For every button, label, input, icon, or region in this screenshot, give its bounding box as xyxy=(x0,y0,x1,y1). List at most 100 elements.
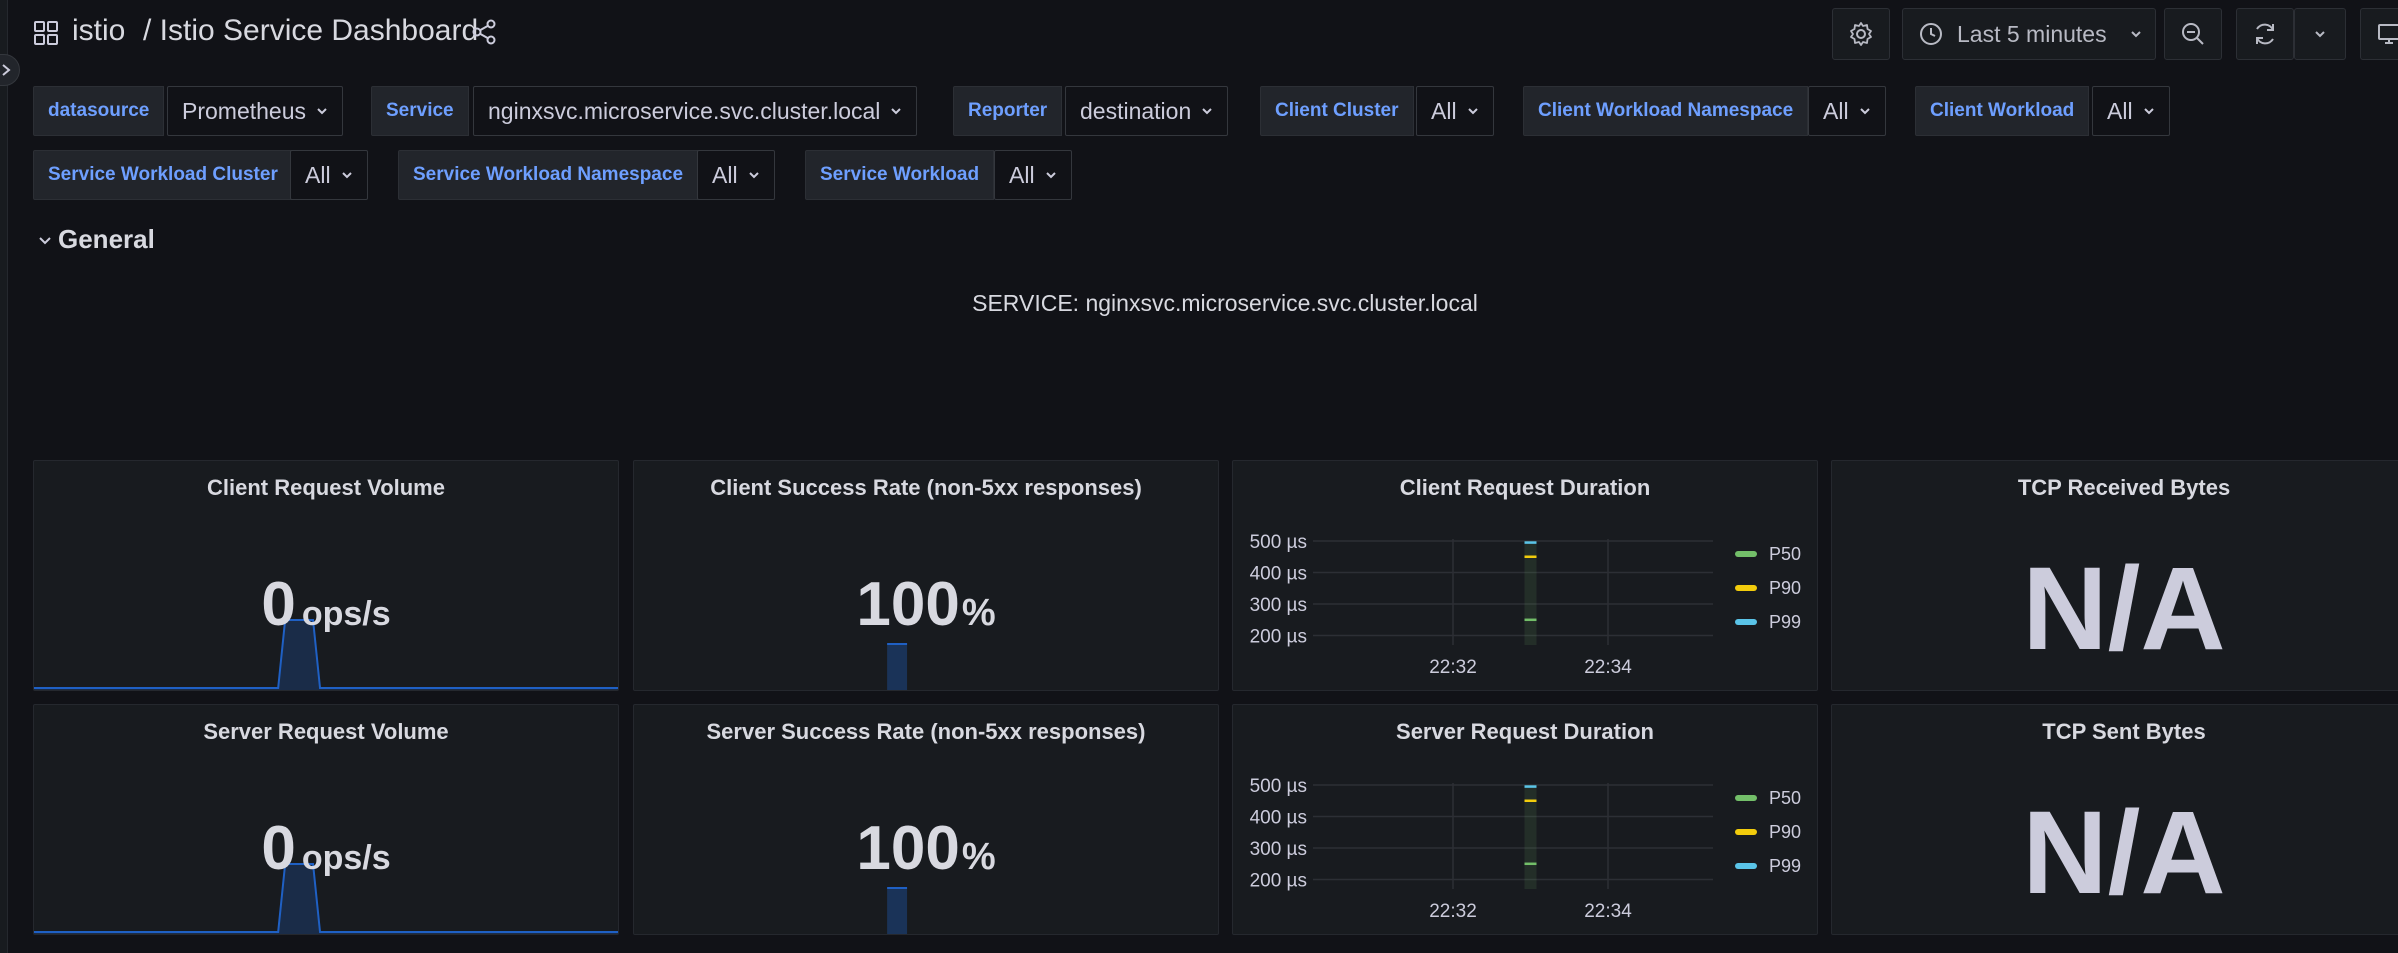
panel-title: TCP Received Bytes xyxy=(2017,475,2231,500)
page-title[interactable]: / Istio Service Dashboard xyxy=(143,14,478,48)
stat-unit: % xyxy=(961,592,996,634)
chevron-down-icon xyxy=(2130,31,2141,38)
x-tick-label: 22:32 xyxy=(1429,657,1477,678)
y-tick-label: 300 µs xyxy=(1250,595,1307,616)
chevron-down-icon xyxy=(1202,108,1212,115)
dashboard-settings-button[interactable] xyxy=(1832,8,1890,60)
x-tick-label: 22:34 xyxy=(1584,901,1632,922)
duration-chart: 500 µs 400 µs 300 µs 200 µs 22:32 22:34 xyxy=(1250,532,1713,678)
var-select-reporter[interactable]: destination xyxy=(1065,86,1229,136)
legend-item-p50[interactable]: P50 xyxy=(1735,781,1801,815)
tv-mode-button[interactable] xyxy=(2360,8,2398,60)
panel-title: Server Success Rate (non-5xx responses) xyxy=(706,719,1146,744)
var-value-service-workload: All xyxy=(1009,161,1035,188)
panel-title: Client Success Rate (non-5xx responses) xyxy=(710,475,1142,500)
stat-value: N/A xyxy=(2022,543,2226,675)
stat-number: 100 xyxy=(856,570,960,639)
panel-client-success-rate[interactable]: Client Success Rate (non-5xx responses) … xyxy=(633,460,1219,691)
var-value-reporter: destination xyxy=(1080,97,1192,124)
zoom-out-button[interactable] xyxy=(2164,8,2222,60)
var-value-service: nginxsvc.microservice.svc.cluster.local xyxy=(488,97,881,124)
refresh-icon xyxy=(2256,23,2274,45)
legend-label: P99 xyxy=(1769,855,1802,876)
chevron-right-icon xyxy=(2,64,11,76)
panel-title: TCP Sent Bytes xyxy=(2042,719,2206,744)
y-tick-label: 300 µs xyxy=(1250,839,1307,860)
refresh-interval-dropdown[interactable] xyxy=(2294,8,2346,60)
var-select-service-workload-namespace[interactable]: All xyxy=(697,150,775,200)
panel-client-request-volume[interactable]: Client Request Volume 0 ops/s xyxy=(33,460,619,691)
panel-server-request-duration[interactable]: Server Request Duration 500 µs 400 µs 300 … xyxy=(1232,704,1818,935)
stat-value: 100% xyxy=(634,569,1218,640)
panel-tcp-sent-bytes[interactable]: TCP Sent Bytes N/A xyxy=(1831,704,2398,935)
x-tick-label: 22:32 xyxy=(1429,901,1477,922)
chevron-down-icon xyxy=(317,108,327,115)
var-select-datasource[interactable]: Prometheus xyxy=(167,86,344,136)
legend-item-p99[interactable]: P99 xyxy=(1735,849,1801,883)
legend-swatch xyxy=(1735,551,1757,557)
panel-client-request-duration[interactable]: Client Request Duration 500 µs 400 µs 300 … xyxy=(1232,460,1818,691)
y-tick-label: 400 µs xyxy=(1250,564,1307,585)
breadcrumb-folder[interactable]: istio xyxy=(72,14,125,48)
var-value-client-workload-namespace: All xyxy=(1823,97,1849,124)
service-banner: SERVICE: nginxsvc.microservice.svc.clust… xyxy=(972,290,1478,316)
clock-icon xyxy=(1920,23,1942,45)
y-tick-label: 200 µs xyxy=(1250,871,1307,892)
var-label-reporter: Reporter xyxy=(953,86,1063,136)
var-label-service: Service xyxy=(371,86,469,136)
time-range-picker[interactable]: Last 5 minutes xyxy=(1902,8,2156,60)
var-label-service-workload-cluster: Service Workload Cluster xyxy=(33,150,293,200)
panel-tcp-received-bytes[interactable]: TCP Received Bytes N/A xyxy=(1831,460,2398,691)
chevron-down-icon xyxy=(1467,108,1478,115)
dock-menu-toggle[interactable] xyxy=(0,54,20,86)
var-select-client-workload-namespace[interactable]: All xyxy=(1808,86,1886,136)
var-label-client-cluster: Client Cluster xyxy=(1260,86,1414,136)
monitor-icon xyxy=(2378,24,2398,44)
apps-grid-icon[interactable] xyxy=(33,20,59,46)
legend-item-p99[interactable]: P99 xyxy=(1735,605,1801,639)
legend-label: P90 xyxy=(1769,577,1802,598)
chevron-down-icon xyxy=(1045,172,1056,179)
var-value-client-workload: All xyxy=(2107,97,2133,124)
panel-title: Server Request Duration xyxy=(1396,719,1654,744)
var-select-service-workload-cluster[interactable]: All xyxy=(290,150,368,200)
var-select-service-workload[interactable]: All xyxy=(994,150,1072,200)
chevron-down-icon xyxy=(1859,108,1870,115)
stat-unit: ops/s xyxy=(301,839,391,877)
panel-server-success-rate[interactable]: Server Success Rate (non-5xx responses) … xyxy=(633,704,1219,935)
var-label-service-workload-namespace: Service Workload Namespace xyxy=(398,150,699,200)
y-tick-label: 500 µs xyxy=(1250,532,1307,553)
chevron-down-icon xyxy=(2143,108,2154,115)
stat-value: 0 ops/s xyxy=(34,813,618,884)
legend-item-p90[interactable]: P90 xyxy=(1735,815,1801,849)
row-title-general[interactable]: General xyxy=(58,224,155,255)
legend-label: P99 xyxy=(1769,611,1802,632)
chart-legend: P50 P90 P99 xyxy=(1735,781,1801,883)
var-label-datasource: datasource xyxy=(33,86,165,136)
gear-icon xyxy=(1850,22,1872,46)
var-select-client-workload[interactable]: All xyxy=(2092,86,2170,136)
var-value-service-workload-namespace: All xyxy=(712,161,738,188)
legend-item-p50[interactable]: P50 xyxy=(1735,537,1801,571)
legend-swatch xyxy=(1735,829,1757,835)
chevron-down-icon[interactable] xyxy=(36,232,54,250)
panel-server-request-volume[interactable]: Server Request Volume 0 ops/s xyxy=(33,704,619,935)
var-label-client-workload: Client Workload xyxy=(1915,86,2090,136)
legend-item-p90[interactable]: P90 xyxy=(1735,571,1801,605)
x-tick-label: 22:34 xyxy=(1584,657,1632,678)
var-label-client-workload-namespace: Client Workload Namespace xyxy=(1523,86,1809,136)
var-label-service-workload: Service Workload xyxy=(805,150,995,200)
chart-legend: P50 P90 P99 xyxy=(1735,537,1801,639)
var-select-client-cluster[interactable]: All xyxy=(1416,86,1494,136)
refresh-button[interactable] xyxy=(2236,8,2294,60)
stat-number: 0 xyxy=(261,814,296,883)
chevron-down-icon xyxy=(748,172,759,179)
chevron-down-icon xyxy=(2315,31,2325,38)
share-icon[interactable] xyxy=(470,18,498,46)
panel-title: Client Request Volume xyxy=(207,475,445,500)
stat-value: 0 ops/s xyxy=(34,569,618,640)
legend-label: P50 xyxy=(1769,787,1802,808)
var-select-service[interactable]: nginxsvc.microservice.svc.cluster.local xyxy=(473,86,918,136)
stat-value: 100% xyxy=(634,813,1218,884)
legend-swatch xyxy=(1735,619,1757,625)
